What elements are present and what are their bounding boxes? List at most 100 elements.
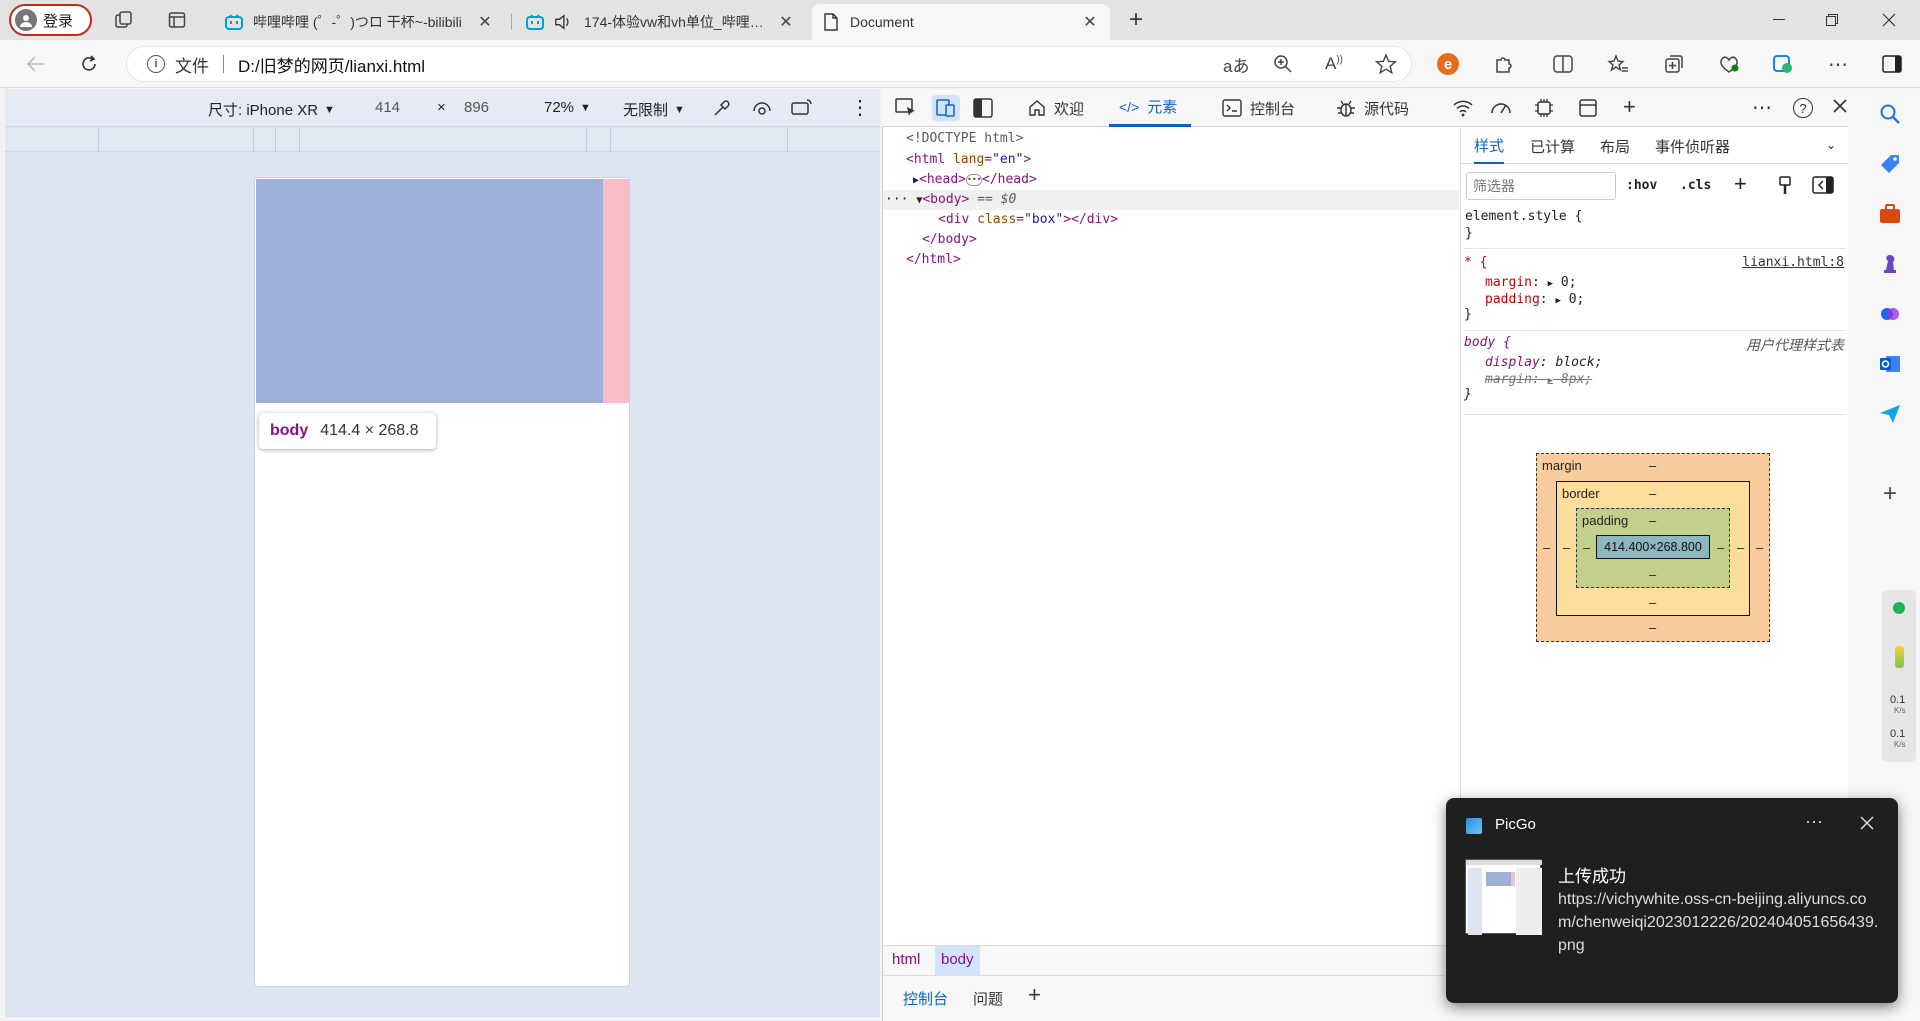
- restore-icon[interactable]: [1809, 0, 1855, 40]
- box-model-margin-bottom[interactable]: –: [1649, 620, 1656, 635]
- device-viewport[interactable]: [254, 177, 630, 987]
- eyedropper-icon[interactable]: [712, 98, 732, 118]
- tab-bilibili[interactable]: 哔哩哔哩 (゜-゜)つロ 干杯~-bilibili ✕: [215, 4, 505, 40]
- toast-more-icon[interactable]: ⋯: [1805, 812, 1823, 833]
- refresh-icon[interactable]: [73, 48, 105, 80]
- dom-node-body-close[interactable]: </body>: [922, 232, 977, 247]
- tab-elements[interactable]: </> 元素: [1109, 89, 1192, 127]
- new-rule-icon[interactable]: +: [1734, 171, 1747, 197]
- performance-icon[interactable]: [1490, 98, 1512, 118]
- dom-node-div[interactable]: <div class="box"></div>: [938, 212, 1118, 227]
- workspaces-icon[interactable]: [110, 8, 138, 32]
- translate-icon[interactable]: aあ: [1223, 52, 1249, 77]
- prop-margin[interactable]: margin: [1485, 275, 1532, 290]
- drawer-tab-console[interactable]: 控制台: [903, 988, 948, 1009]
- back-icon[interactable]: [20, 48, 52, 80]
- drawer-add-icon[interactable]: +: [1028, 982, 1041, 1008]
- notification-toast[interactable]: PicGo ⋯ 上传成功 https://vichywhite.oss-cn-b…: [1446, 798, 1898, 1003]
- help-icon[interactable]: ?: [1793, 98, 1813, 118]
- tab-document[interactable]: Document ✕: [812, 4, 1110, 40]
- box-model-border-top[interactable]: –: [1649, 486, 1656, 501]
- styles-filter-input[interactable]: [1466, 172, 1616, 200]
- breadcrumb-html[interactable]: html: [892, 951, 920, 968]
- ellipsis-icon[interactable]: •••: [966, 173, 982, 186]
- subtab-computed[interactable]: 已计算: [1530, 128, 1575, 164]
- favorites-icon[interactable]: [1602, 48, 1634, 80]
- devtools-more-icon[interactable]: ⋯: [1752, 95, 1772, 120]
- subtab-event-listeners[interactable]: 事件侦听器: [1655, 128, 1730, 164]
- star-source-link[interactable]: lianxi.html:8: [1742, 255, 1844, 270]
- close-tab-icon[interactable]: ✕: [1080, 12, 1100, 32]
- profile-button[interactable]: 登录: [9, 4, 92, 36]
- device-selector[interactable]: 尺寸: iPhone XR ▼: [208, 99, 335, 120]
- url-text[interactable]: D:/旧梦的网页/lianxi.html: [238, 52, 425, 77]
- dom-node-html[interactable]: <html lang="en">: [906, 152, 1031, 167]
- width-input[interactable]: 414: [375, 99, 400, 116]
- dom-node-body[interactable]: ··· ▼<body> == $0: [885, 192, 1016, 207]
- close-tab-icon[interactable]: ✕: [475, 12, 495, 32]
- chevron-down-icon[interactable]: ⌄: [1826, 138, 1836, 152]
- box-model-margin-left[interactable]: –: [1543, 540, 1550, 555]
- add-tool-icon[interactable]: +: [1623, 94, 1636, 120]
- info-icon[interactable]: i: [147, 55, 165, 73]
- extensions-puzzle-icon[interactable]: [1488, 48, 1520, 80]
- star-rule[interactable]: * { lianxi.html:8 margin: ▶ 0; padding: …: [1464, 255, 1846, 331]
- vision-deficiency-icon[interactable]: [752, 99, 772, 117]
- breadcrumb-body[interactable]: body: [935, 946, 980, 976]
- tag-icon[interactable]: [1876, 150, 1904, 178]
- sidebar-toggle-icon[interactable]: [1876, 48, 1908, 80]
- close-devtools-icon[interactable]: [1832, 98, 1848, 114]
- collections-icon[interactable]: [1658, 48, 1690, 80]
- box-model-border-bottom[interactable]: –: [1649, 595, 1656, 610]
- prop-padding[interactable]: padding: [1485, 292, 1540, 307]
- inspect-element-icon[interactable]: [895, 98, 917, 118]
- network-wifi-icon[interactable]: [1452, 99, 1474, 117]
- computed-sidebar-icon[interactable]: [1812, 176, 1834, 194]
- paint-brush-icon[interactable]: [1777, 176, 1793, 196]
- box-model-border-right[interactable]: –: [1737, 540, 1744, 555]
- zoom-icon[interactable]: [1273, 54, 1293, 74]
- edge-copilot-icon[interactable]: [1767, 48, 1799, 80]
- tools-icon[interactable]: [1876, 200, 1904, 228]
- toast-close-icon[interactable]: [1860, 816, 1874, 830]
- tab-welcome[interactable]: 欢迎: [1028, 89, 1084, 127]
- tab-video[interactable]: 174-体验vw和vh单位_哔哩哔哩 ✕: [516, 4, 806, 40]
- split-screen-icon[interactable]: [1547, 48, 1579, 80]
- body-ua-rule[interactable]: body { 用户代理样式表 display: block; margin: ▶…: [1464, 335, 1846, 415]
- box-model-margin-top[interactable]: –: [1649, 458, 1656, 473]
- application-icon[interactable]: [1578, 98, 1598, 118]
- box-model-padding-bottom[interactable]: –: [1649, 567, 1656, 582]
- add-sidebar-icon[interactable]: +: [1876, 480, 1904, 508]
- prop-padding-value[interactable]: 0;: [1569, 292, 1585, 307]
- dom-node-doctype[interactable]: <!DOCTYPE html>: [906, 131, 1023, 146]
- throttle-selector[interactable]: 无限制 ▼: [623, 99, 685, 120]
- chess-icon[interactable]: [1876, 250, 1904, 278]
- tab-actions-icon[interactable]: [163, 8, 191, 32]
- extension-e-icon[interactable]: e: [1432, 48, 1464, 80]
- cls-toggle[interactable]: .cls: [1680, 178, 1711, 193]
- box-model-padding-left[interactable]: –: [1583, 540, 1590, 555]
- drawer-tab-issues[interactable]: 问题: [973, 988, 1003, 1009]
- subtab-styles[interactable]: 样式: [1474, 128, 1505, 164]
- dom-node-html-close[interactable]: </html>: [906, 252, 961, 267]
- dock-side-icon[interactable]: [973, 98, 993, 118]
- copilot-icon[interactable]: [1876, 300, 1904, 328]
- box-model-border-left[interactable]: –: [1563, 540, 1570, 555]
- close-window-icon[interactable]: [1866, 0, 1912, 40]
- address-bar[interactable]: i 文件 D:/旧梦的网页/lianxi.html aあ A)): [126, 46, 1412, 82]
- favorite-star-icon[interactable]: [1375, 53, 1397, 75]
- new-tab-button[interactable]: +: [1121, 6, 1151, 34]
- height-input[interactable]: 896: [464, 99, 489, 116]
- more-menu-icon[interactable]: ⋯: [1822, 48, 1854, 80]
- minimize-icon[interactable]: [1756, 0, 1802, 40]
- hov-toggle[interactable]: :hov: [1626, 178, 1657, 193]
- tab-console[interactable]: 控制台: [1222, 89, 1295, 127]
- close-tab-icon[interactable]: ✕: [776, 12, 796, 32]
- rotate-icon[interactable]: [791, 99, 813, 117]
- box-model-margin-right[interactable]: –: [1756, 540, 1763, 555]
- zoom-selector[interactable]: 72% ▼: [544, 99, 591, 116]
- box-model-padding-right[interactable]: –: [1717, 540, 1724, 555]
- read-aloud-icon[interactable]: A)): [1325, 54, 1343, 74]
- element-style-rule[interactable]: element.style { }: [1464, 209, 1846, 249]
- prop-margin-value[interactable]: 0;: [1561, 275, 1577, 290]
